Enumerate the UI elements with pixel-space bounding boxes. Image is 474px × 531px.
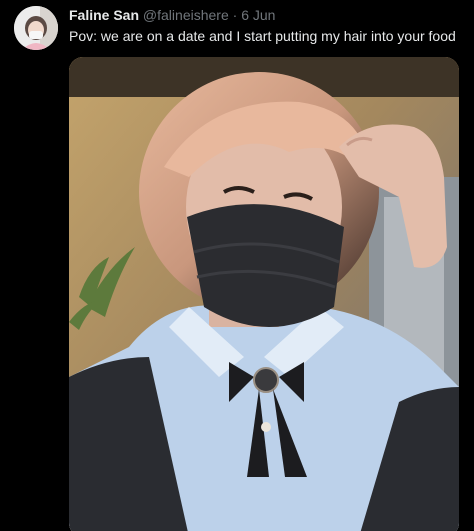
separator-dot: · (232, 7, 238, 23)
tweet-date[interactable]: 6 Jun (241, 7, 275, 23)
avatar-image (14, 6, 58, 50)
display-name[interactable]: Faline San (69, 7, 139, 23)
tweet[interactable]: Faline San @falineishere · 6 Jun Pov: we… (0, 0, 474, 531)
selfie-photo (69, 57, 459, 531)
tweet-photo[interactable] (69, 57, 459, 531)
user-handle[interactable]: @falineishere (143, 7, 229, 23)
tweet-text: Pov: we are on a date and I start puttin… (69, 28, 456, 44)
tweet-header: Faline San @falineishere · 6 Jun (69, 7, 466, 24)
avatar[interactable] (14, 6, 58, 50)
